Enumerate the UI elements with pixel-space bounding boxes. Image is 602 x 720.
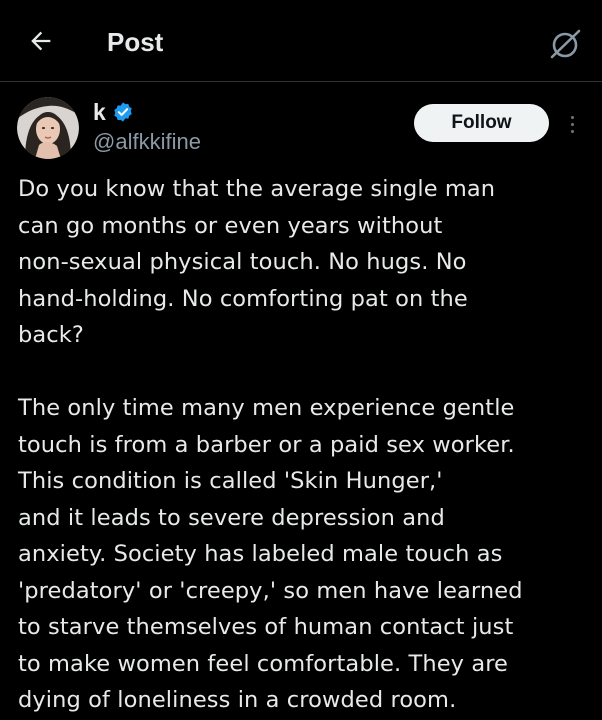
display-name[interactable]: k <box>93 99 106 125</box>
post-paragraph: The only time many men experience gentle… <box>18 390 593 719</box>
page-title: Post <box>107 27 164 57</box>
post-line: anxiety. Society has labeled male touch … <box>18 541 503 567</box>
post-line: to starve themselves of human contact ju… <box>18 614 514 640</box>
post-body: Do you know that the average single man … <box>18 171 593 719</box>
author-name-row: k <box>93 99 134 125</box>
post-line: 'predatory' or 'creepy,' so men have lea… <box>18 577 523 604</box>
post-line: This condition is called 'Skin Hunger,' <box>18 468 443 494</box>
post-line: back? <box>18 322 84 348</box>
more-vertical-icon <box>570 115 574 119</box>
post-line: Do you know that the average single man <box>18 176 496 202</box>
top-bar: Post <box>0 0 602 82</box>
user-handle[interactable]: @alfkkifine <box>93 128 201 156</box>
arrow-left-icon <box>31 31 51 51</box>
post-paragraph: Do you know that the average single man … <box>18 171 593 354</box>
follow-button[interactable]: Follow <box>414 104 549 142</box>
grok-icon <box>550 29 581 59</box>
more-vertical-icon-dot <box>570 129 574 133</box>
profile-photo-icon <box>17 97 79 159</box>
post-line: touch is from a barber or a paid sex wor… <box>18 431 515 458</box>
post-line: non-sexual physical touch. No hugs. No <box>18 249 467 275</box>
post-line: to make women feel comfortable. They are <box>18 650 509 677</box>
post-line: The only time many men experience gentle <box>18 395 515 421</box>
more-options-button[interactable] <box>562 110 582 138</box>
post-line: and it leads to severe depression and <box>18 504 445 531</box>
verified-badge-icon <box>114 102 132 122</box>
more-vertical-icon-dot <box>570 122 574 126</box>
grok-button[interactable] <box>546 25 584 63</box>
back-button[interactable] <box>26 26 56 56</box>
post-line: dying of loneliness in a crowded room. <box>18 687 457 713</box>
post-line: hand-holding. No comforting pat on the <box>18 285 468 312</box>
post-line: can go months or even years without <box>18 212 443 239</box>
avatar[interactable] <box>17 97 79 159</box>
